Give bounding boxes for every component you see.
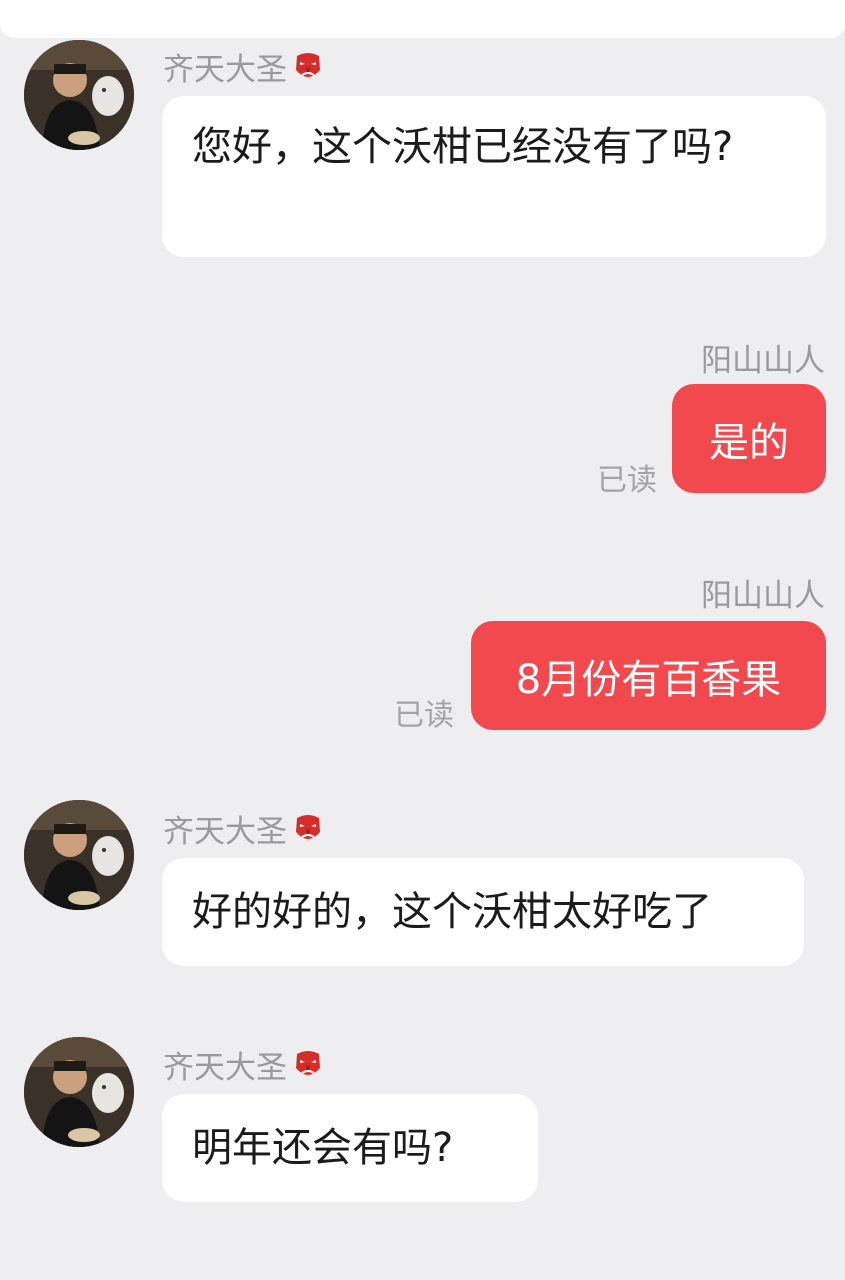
message-text: 好的好的，这个沃柑太好吃了 [192, 889, 712, 935]
message-text: 您好，这个沃柑已经没有了吗? [192, 124, 734, 170]
message-bubble[interactable]: 好的好的，这个沃柑太好吃了 [162, 858, 804, 966]
message-bubble[interactable]: 是的 [672, 384, 826, 493]
red-mask-icon [291, 1048, 325, 1082]
sender-name: 齐天大圣 [163, 44, 325, 89]
read-status: 已读 [394, 698, 454, 733]
sender-name: 阳山山人 [701, 578, 825, 614]
message-text: 是的 [709, 419, 789, 466]
read-status: 已读 [597, 463, 657, 498]
sender-name: 齐天大圣 [163, 1042, 325, 1087]
message-text: 明年还会有吗? [192, 1125, 454, 1171]
red-mask-icon [291, 50, 325, 84]
avatar[interactable] [24, 800, 134, 910]
message-text: 8月份有百香果 [515, 656, 782, 703]
avatar[interactable] [24, 40, 134, 150]
avatar[interactable] [24, 1037, 134, 1147]
message-bubble[interactable]: 您好，这个沃柑已经没有了吗? [162, 96, 826, 257]
red-mask-icon [291, 812, 325, 846]
sender-name: 齐天大圣 [163, 806, 325, 851]
top-bar [0, 0, 845, 38]
sender-name: 阳山山人 [701, 343, 825, 379]
message-bubble[interactable]: 明年还会有吗? [162, 1094, 538, 1202]
message-bubble[interactable]: 8月份有百香果 [471, 621, 826, 730]
